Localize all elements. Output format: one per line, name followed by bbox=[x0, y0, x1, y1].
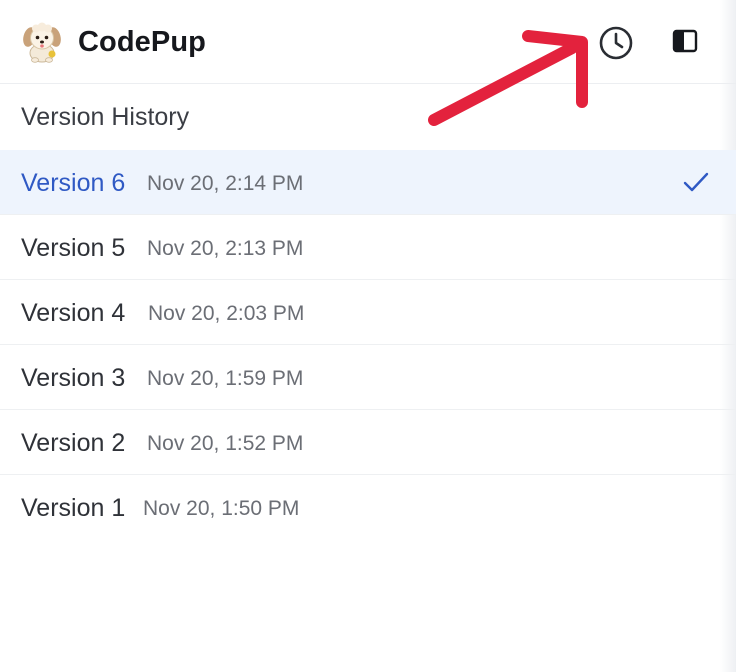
version-list: Version 6 Nov 20, 2:14 PM Version 5 Nov … bbox=[0, 150, 736, 540]
check-icon bbox=[683, 172, 709, 192]
version-name: Version 5 bbox=[21, 234, 126, 262]
version-name: Version 4 bbox=[21, 299, 126, 327]
version-row-4[interactable]: Version 4 Nov 20, 2:03 PM bbox=[0, 280, 736, 345]
sidebar-toggle-icon bbox=[672, 29, 698, 53]
version-name: Version 1 bbox=[21, 494, 126, 522]
version-name: Version 2 bbox=[21, 429, 126, 457]
version-timestamp: Nov 20, 1:50 PM bbox=[143, 497, 300, 520]
puppy-logo-icon bbox=[22, 21, 62, 63]
app-title: CodePup bbox=[78, 26, 206, 58]
version-row-6[interactable]: Version 6 Nov 20, 2:14 PM bbox=[0, 150, 736, 215]
version-history-button[interactable] bbox=[597, 24, 635, 62]
version-row-3[interactable]: Version 3 Nov 20, 1:59 PM bbox=[0, 345, 736, 410]
sidebar-toggle-button[interactable] bbox=[666, 24, 704, 58]
app-window: CodePup Version History Version 6 Nov 20… bbox=[0, 0, 736, 672]
version-row-1[interactable]: Version 1 Nov 20, 1:50 PM bbox=[0, 475, 736, 540]
clock-icon bbox=[599, 26, 633, 60]
version-timestamp: Nov 20, 2:03 PM bbox=[148, 302, 305, 325]
version-name: Version 3 bbox=[21, 364, 126, 392]
version-row-2[interactable]: Version 2 Nov 20, 1:52 PM bbox=[0, 410, 736, 475]
version-timestamp: Nov 20, 1:52 PM bbox=[147, 432, 304, 455]
app-header: CodePup bbox=[0, 0, 736, 84]
version-timestamp: Nov 20, 2:14 PM bbox=[147, 172, 304, 195]
version-history-title: Version History bbox=[21, 103, 190, 131]
version-timestamp: Nov 20, 2:13 PM bbox=[147, 237, 304, 260]
version-name: Version 6 bbox=[21, 169, 126, 197]
version-row-5[interactable]: Version 5 Nov 20, 2:13 PM bbox=[0, 215, 736, 280]
version-timestamp: Nov 20, 1:59 PM bbox=[147, 367, 304, 390]
